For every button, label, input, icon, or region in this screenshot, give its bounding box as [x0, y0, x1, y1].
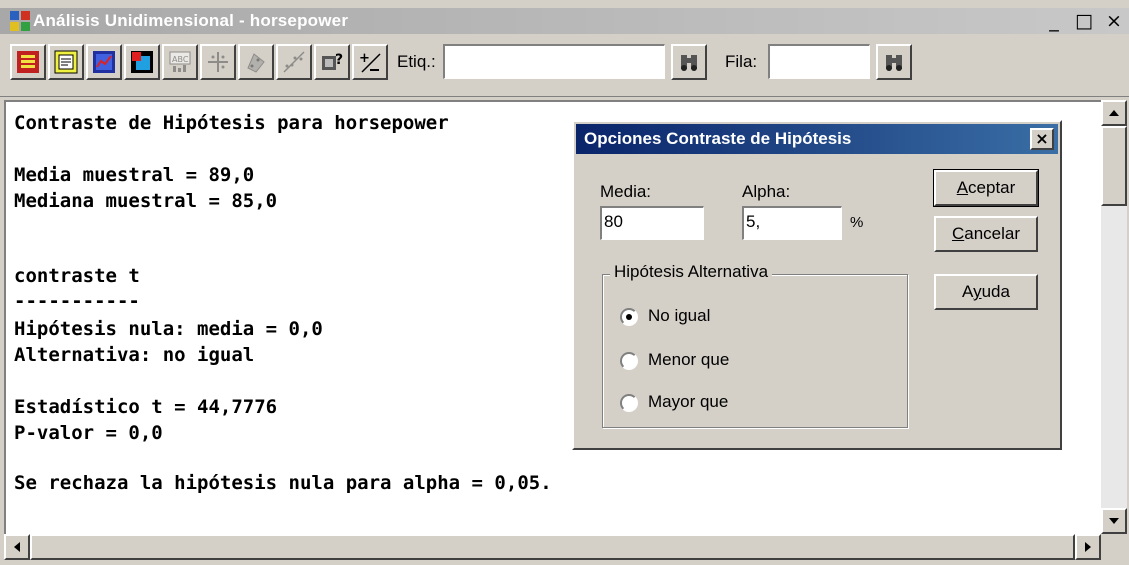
arrow-down-icon [1109, 518, 1119, 524]
dialog-close-button[interactable]: × [1030, 128, 1054, 150]
fila-label: Fila: [725, 52, 758, 71]
help-mnemonic: y [973, 282, 982, 301]
output-line: Media muestral = 89,0 [14, 164, 255, 186]
binoculars-icon [681, 55, 697, 71]
output-line: ----------- [14, 290, 140, 312]
abc-stats-icon[interactable]: ABC [162, 44, 198, 80]
svg-text:ABC: ABC [172, 55, 189, 64]
help-rest: uda [981, 282, 1010, 301]
scroll-right-button[interactable] [1075, 534, 1101, 560]
output-line: Estadístico t = 44,7776 [14, 396, 278, 418]
alpha-input[interactable]: 5, [742, 206, 842, 240]
arrow-up-icon [1109, 110, 1119, 116]
graph-panel-icon[interactable] [86, 44, 122, 80]
dialog-title: Opciones Contraste de Hipótesis [584, 129, 852, 148]
app-icon [10, 11, 30, 31]
radio-unselected-icon [620, 394, 638, 412]
find-row-button[interactable] [876, 44, 912, 80]
help-button[interactable]: Ayuda [934, 274, 1038, 310]
radio-selected-icon [620, 308, 638, 326]
etiq-label: Etiq.: [397, 52, 436, 71]
help-unknown-icon[interactable]: ? [314, 44, 350, 80]
accept-rest: ceptar [968, 178, 1016, 197]
window-controls: _ □ × [1039, 9, 1129, 33]
media-input[interactable]: 80 [600, 206, 704, 240]
scroll-down-button[interactable] [1101, 508, 1127, 534]
window-title: Análisis Unidimensional - horsepower [33, 11, 349, 30]
vertical-scroll-thumb[interactable] [1101, 126, 1127, 206]
output-line: Alternativa: no igual [14, 344, 255, 366]
save-results-icon[interactable] [124, 44, 160, 80]
hypothesis-options-dialog: Opciones Contraste de Hipótesis × Media:… [572, 120, 1062, 450]
output-line: Contraste de Hipótesis para horsepower [14, 112, 449, 134]
arrow-right-icon [1085, 542, 1091, 552]
cancel-mnemonic: C [951, 224, 965, 243]
smooth-icon[interactable] [276, 44, 312, 80]
input-dialog-icon[interactable] [10, 44, 46, 80]
find-label-button[interactable] [671, 44, 707, 80]
horizontal-scroll-track[interactable] [30, 534, 1075, 560]
scroll-corner [1101, 534, 1127, 560]
svg-text:?: ? [335, 52, 343, 68]
radio-label: Menor que [648, 350, 730, 369]
close-button[interactable]: × [1099, 9, 1129, 33]
alpha-label: Alpha: [742, 182, 791, 201]
help-pre: A [962, 282, 974, 301]
vertical-scrollbar[interactable] [1101, 100, 1127, 534]
accept-button[interactable]: Aceptar [933, 169, 1039, 207]
minimize-button[interactable]: _ [1039, 9, 1069, 33]
output-line: P-valor = 0,0 [14, 422, 163, 444]
group-title: Hipótesis Alternativa [610, 262, 773, 282]
plus-minus-icon[interactable]: + [352, 44, 388, 80]
radio-label: No igual [648, 306, 711, 325]
text-panel-icon[interactable] [48, 44, 84, 80]
binoculars-icon [886, 55, 902, 71]
horizontal-scrollbar[interactable] [4, 534, 1101, 560]
etiq-input[interactable] [443, 44, 665, 79]
arrow-left-icon [14, 542, 20, 552]
svg-text:+: + [359, 51, 370, 66]
radio-label: Mayor que [648, 392, 729, 411]
scroll-left-button[interactable] [4, 534, 30, 560]
output-line: Se rechaza la hipótesis nula para alpha … [14, 472, 552, 494]
dialog-title-bar: Opciones Contraste de Hipótesis × [576, 124, 1058, 154]
cancel-button[interactable]: Cancelar [934, 216, 1038, 252]
output-line: Hipótesis nula: media = 0,0 [14, 318, 323, 340]
percent-label: % [850, 214, 864, 231]
cancel-rest: ancelar [964, 224, 1021, 243]
output-line: Mediana muestral = 85,0 [14, 190, 278, 212]
exclude-point-icon[interactable] [238, 44, 274, 80]
toolbar: ABC ? + Etiq.: Fila: [0, 36, 1129, 97]
radio-unselected-icon [620, 352, 638, 370]
scroll-up-button[interactable] [1101, 100, 1127, 126]
maximize-button[interactable]: □ [1069, 9, 1099, 33]
move-points-icon[interactable] [200, 44, 236, 80]
main-window: Análisis Unidimensional - horsepower _ □… [0, 0, 1129, 565]
accept-mnemonic: A [956, 178, 969, 197]
fila-input[interactable] [768, 44, 870, 79]
title-bar: Análisis Unidimensional - horsepower _ □… [0, 8, 1129, 34]
output-line: contraste t [14, 265, 140, 287]
media-label: Media: [600, 182, 652, 201]
